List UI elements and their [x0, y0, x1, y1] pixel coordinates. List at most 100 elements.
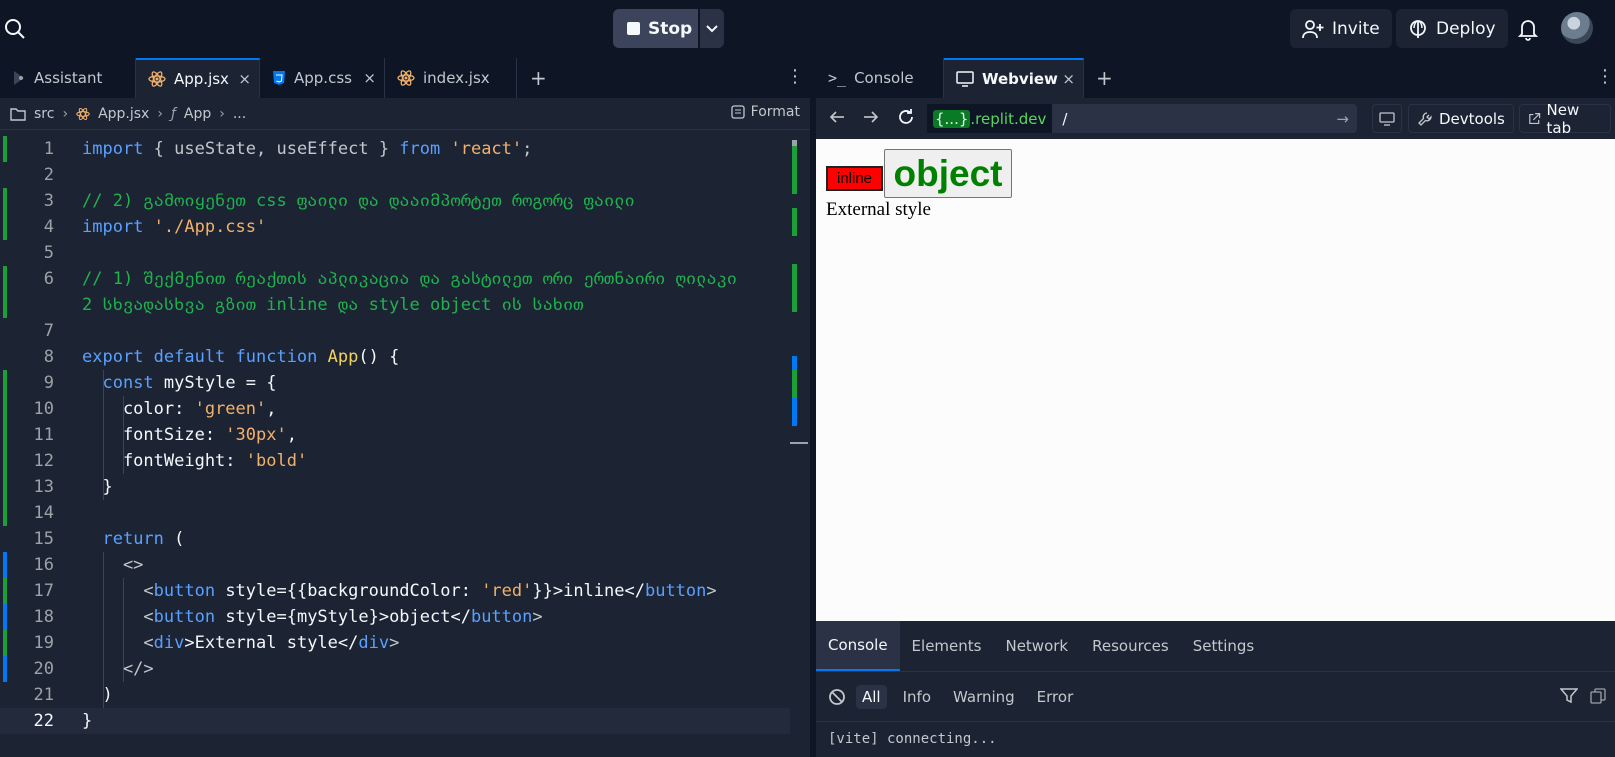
- code-line[interactable]: 22}: [0, 708, 790, 734]
- more-menu-icon[interactable]: ⋮: [1596, 66, 1614, 87]
- tab-index-jsx[interactable]: index.jsx: [385, 58, 517, 98]
- line-number: 22: [33, 711, 54, 731]
- filter-icon[interactable]: [1560, 688, 1578, 704]
- external-style-text: External style: [826, 199, 931, 220]
- folder-icon: [10, 107, 26, 121]
- go-arrow-icon[interactable]: →: [1336, 110, 1349, 128]
- code-editor-pane: Assistant App.jsx × App.css × index.jsx …: [0, 58, 810, 757]
- add-tab-button[interactable]: +: [1096, 66, 1113, 90]
- line-number: 1: [43, 139, 54, 159]
- react-icon: [397, 69, 415, 87]
- bell-icon[interactable]: [1517, 17, 1539, 41]
- inline-button[interactable]: inline: [826, 166, 883, 191]
- tab-assistant[interactable]: Assistant: [0, 58, 136, 98]
- code-token: return: [102, 529, 164, 549]
- clear-console-icon[interactable]: [828, 688, 846, 706]
- code-line[interactable]: 10 color: 'green',: [0, 396, 790, 422]
- tab-console[interactable]: >_ Console: [816, 58, 944, 98]
- add-tab-button[interactable]: +: [530, 66, 547, 90]
- code-line[interactable]: 15 return (: [0, 526, 790, 552]
- code-line[interactable]: 8 export default function App() {: [0, 344, 790, 370]
- deploy-button[interactable]: Deploy: [1396, 9, 1508, 48]
- tab-app-jsx[interactable]: App.jsx ×: [136, 58, 260, 98]
- code-token: myStyle = {: [153, 373, 277, 393]
- code-area[interactable]: 1 import { useState, useEffect } from 're…: [0, 136, 790, 757]
- code-line[interactable]: 6 // 1) შექმენით რეაქთის აპლიკაცია და გას…: [0, 266, 790, 292]
- tab-webview[interactable]: Webview ×: [944, 58, 1084, 98]
- breadcrumb-file[interactable]: App.jsx: [98, 106, 149, 122]
- back-arrow-icon[interactable]: [828, 108, 846, 126]
- code-line[interactable]: 5: [0, 240, 790, 266]
- git-change-marker: [3, 500, 7, 526]
- url-host: {...} .replit.dev: [927, 104, 1053, 133]
- filter-error[interactable]: Error: [1031, 685, 1080, 709]
- chevron-down-icon[interactable]: [700, 9, 724, 48]
- code-line[interactable]: 2: [0, 162, 790, 188]
- devtools-tab-settings[interactable]: Settings: [1181, 621, 1267, 671]
- forward-arrow-icon[interactable]: [862, 108, 880, 126]
- breadcrumb-function[interactable]: App: [184, 106, 211, 122]
- code-line[interactable]: 7: [0, 318, 790, 344]
- object-button[interactable]: object: [884, 149, 1012, 198]
- log-filter-bar: All Info Warning Error: [816, 672, 1615, 722]
- devtools-button[interactable]: Devtools: [1408, 104, 1514, 133]
- scrollbar[interactable]: [790, 136, 810, 636]
- new-tab-label: New tab: [1546, 100, 1580, 137]
- devtools-tab-bar: Console Elements Network Resources Settings: [816, 621, 1615, 672]
- breadcrumb-src[interactable]: src: [34, 106, 54, 122]
- tab-app-css[interactable]: App.css ×: [260, 58, 385, 98]
- code-token: export default function: [82, 347, 318, 367]
- breadcrumb-more[interactable]: ...: [233, 106, 246, 122]
- copy-icon[interactable]: [1590, 688, 1606, 704]
- code-token: (: [163, 529, 185, 549]
- code-line[interactable]: 9 const myStyle = {: [0, 370, 790, 396]
- code-token: fontSize:: [82, 425, 226, 445]
- reload-icon[interactable]: [896, 107, 916, 127]
- line-number: 2: [43, 165, 54, 185]
- code-line[interactable]: 18 <button style={myStyle}>object</butto…: [0, 604, 790, 630]
- new-tab-button[interactable]: New tab: [1519, 101, 1611, 137]
- device-toggle-button[interactable]: [1372, 104, 1402, 133]
- code-token: from: [399, 139, 441, 159]
- avatar[interactable]: [1561, 12, 1593, 44]
- code-text: import './App.css': [82, 214, 266, 240]
- close-icon[interactable]: ×: [1062, 70, 1075, 88]
- close-icon[interactable]: ×: [363, 69, 376, 87]
- code-token: ,: [266, 399, 277, 419]
- code-line[interactable]: 21 ): [0, 682, 790, 708]
- code-line[interactable]: 16 <>: [0, 552, 790, 578]
- stop-button[interactable]: Stop: [613, 9, 698, 48]
- code-line[interactable]: 12 fontWeight: 'bold': [0, 448, 790, 474]
- devtools-tab-network[interactable]: Network: [993, 621, 1080, 671]
- search-icon[interactable]: [4, 18, 26, 40]
- code-text: ): [82, 682, 112, 708]
- close-icon[interactable]: ×: [238, 70, 251, 88]
- format-button[interactable]: Format: [731, 104, 800, 120]
- devtools-tab-resources[interactable]: Resources: [1080, 621, 1181, 671]
- devtools-tab-console[interactable]: Console: [816, 621, 900, 671]
- filter-all[interactable]: All: [856, 684, 887, 709]
- devtools-tab-elements[interactable]: Elements: [900, 621, 994, 671]
- chevron-right-icon: ›: [157, 105, 163, 122]
- code-line[interactable]: 11 fontSize: '30px',: [0, 422, 790, 448]
- code-line[interactable]: 4 import './App.css': [0, 214, 790, 240]
- code-line[interactable]: 1 import { useState, useEffect } from 're…: [0, 136, 790, 162]
- filter-warning[interactable]: Warning: [947, 685, 1021, 709]
- code-token: import: [82, 139, 144, 159]
- code-token: App: [327, 347, 359, 367]
- code-line[interactable]: 13 }: [0, 474, 790, 500]
- code-token: { useState, useEffect }: [143, 139, 400, 159]
- url-input[interactable]: {...} .replit.dev / →: [927, 104, 1357, 133]
- code-line[interactable]: 19 <div>External style</div>: [0, 630, 790, 656]
- code-line[interactable]: 2 სხვადასხვა გზით inline და style object…: [0, 292, 790, 318]
- more-menu-icon[interactable]: ⋮: [786, 66, 804, 87]
- code-text: fontSize: '30px',: [82, 422, 297, 448]
- line-number: 6: [43, 269, 54, 289]
- invite-button[interactable]: Invite: [1290, 9, 1392, 48]
- filter-info[interactable]: Info: [897, 685, 937, 709]
- code-line[interactable]: 14: [0, 500, 790, 526]
- code-line[interactable]: 17 <button style={{backgroundColor: 'red…: [0, 578, 790, 604]
- code-line[interactable]: 3 // 2) გამოიყენეთ css ფაილი და დააიმპორტ…: [0, 188, 790, 214]
- code-line[interactable]: 20 </>: [0, 656, 790, 682]
